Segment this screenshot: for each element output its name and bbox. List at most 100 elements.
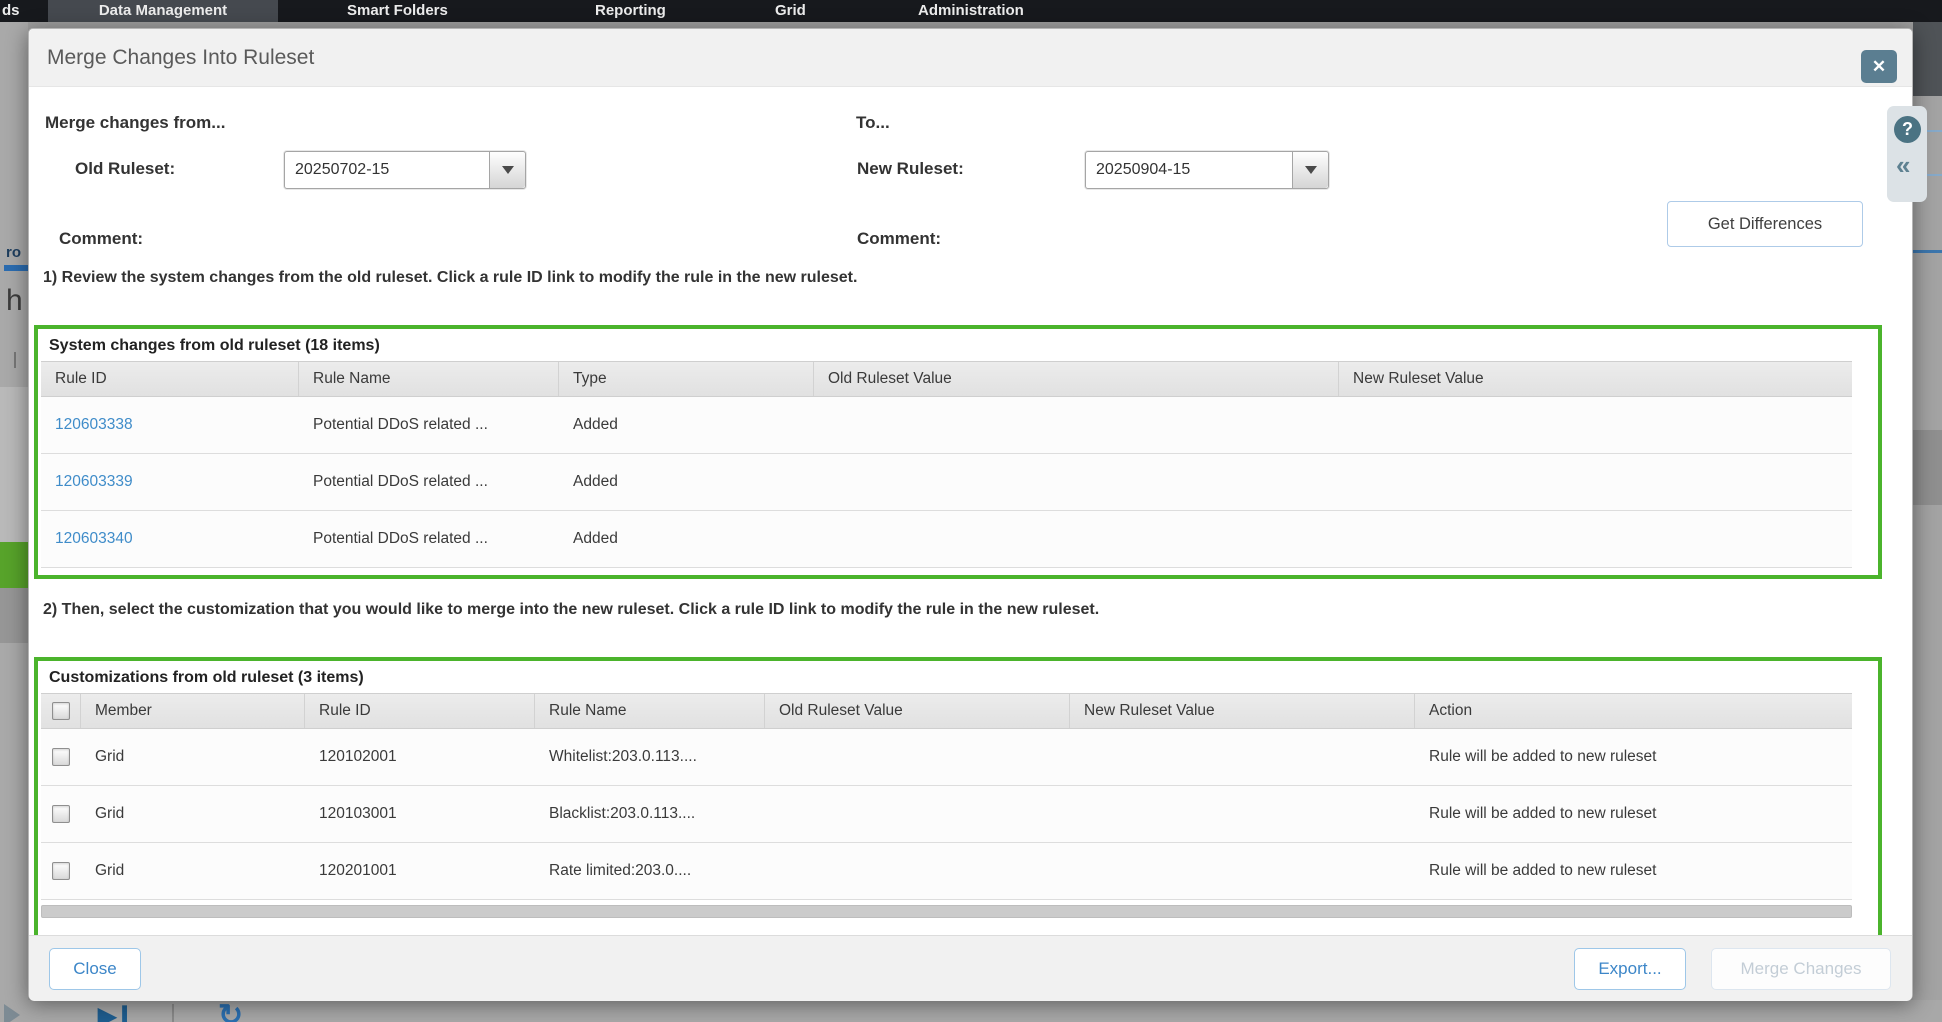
new-ruleset-dropdown-button[interactable] [1292,152,1328,188]
rule-id-cell: 120103001 [305,786,535,842]
table-row: Grid 120103001 Blacklist:203.0.113.... R… [41,786,1852,843]
old-value-cell [814,397,1339,453]
old-ruleset-value: 20250702-15 [285,152,489,188]
background-panel-band [1913,430,1942,505]
new-value-cell [1339,397,1852,453]
dialog-title: Merge Changes Into Ruleset [47,29,314,87]
column-header-member[interactable]: Member [81,694,305,728]
background-panel-band [0,387,28,542]
rule-id-link[interactable]: 120603339 [55,473,133,491]
new-value-cell [1070,786,1415,842]
background-bottom-strip [0,1000,1942,1022]
close-button[interactable]: Close [49,948,141,990]
merge-changes-dialog: Merge Changes Into Ruleset ✕ Merge chang… [28,28,1913,1000]
old-ruleset-label: Old Ruleset: [75,159,175,179]
background-text-fragment: ro [6,244,21,261]
old-ruleset-dropdown-button[interactable] [489,152,525,188]
rule-name-cell: Potential DDoS related ... [299,511,559,567]
customizations-table-title: Customizations from old ruleset (3 items… [41,663,1852,693]
column-header-rule-id[interactable]: Rule ID [41,362,299,396]
comment-from-label: Comment: [59,229,143,249]
member-cell: Grid [81,786,305,842]
rule-name-cell: Potential DDoS related ... [299,397,559,453]
new-value-cell [1070,729,1415,785]
column-header-old-ruleset-value[interactable]: Old Ruleset Value [765,694,1070,728]
column-header-rule-name[interactable]: Rule Name [299,362,559,396]
table-row: 120603339 Potential DDoS related ... Add… [41,454,1852,511]
column-header-rule-name[interactable]: Rule Name [535,694,765,728]
get-differences-button[interactable]: Get Differences [1667,201,1863,247]
background-panel-band [0,588,28,643]
background-heading-fragment: h [6,284,23,318]
system-changes-table-header: Rule ID Rule Name Type Old Ruleset Value… [41,361,1852,397]
old-ruleset-select[interactable]: 20250702-15 [284,151,526,189]
action-cell: Rule will be added to new ruleset [1415,843,1852,899]
close-dialog-button[interactable]: ✕ [1861,50,1897,83]
top-nav-bar: ds Data Management Smart Folders Reporti… [0,0,1942,22]
horizontal-scrollbar[interactable] [41,905,1852,918]
chevron-down-icon [502,166,514,174]
nav-reporting[interactable]: Reporting [595,0,666,22]
background-left-strip: ro h [0,22,28,1022]
table-row: Grid 120201001 Rate limited:203.0.... Ru… [41,843,1852,900]
nav-dashboards-partial[interactable]: ds [2,0,20,22]
rule-name-cell: Whitelist:203.0.113.... [535,729,765,785]
customizations-table-header: Member Rule ID Rule Name Old Ruleset Val… [41,693,1852,729]
chevron-down-icon [1305,166,1317,174]
background-tab-indicator [4,265,28,271]
background-selected-row-line [1913,250,1942,253]
rule-name-cell: Blacklist:203.0.113.... [535,786,765,842]
merge-from-heading: Merge changes from... [45,113,225,133]
old-value-cell [814,511,1339,567]
nav-administration[interactable]: Administration [918,0,1024,22]
nav-data-management[interactable]: Data Management [48,0,278,22]
column-header-rule-id[interactable]: Rule ID [305,694,535,728]
merge-changes-button[interactable]: Merge Changes [1711,948,1891,990]
rule-id-link[interactable]: 120603340 [55,530,133,548]
column-header-new-ruleset-value[interactable]: New Ruleset Value [1070,694,1415,728]
row-checkbox[interactable] [52,748,70,766]
instruction-step2: 2) Then, select the customization that y… [43,601,1099,619]
customizations-table: Customizations from old ruleset (3 items… [34,657,1882,939]
new-value-cell [1339,511,1852,567]
row-checkbox[interactable] [52,805,70,823]
member-cell: Grid [81,843,305,899]
select-all-checkbox[interactable] [52,702,70,720]
comment-to-label: Comment: [857,229,941,249]
background-divider [14,352,16,368]
column-header-type[interactable]: Type [559,362,814,396]
toolbar-divider [172,1004,174,1022]
rule-id-cell: 120102001 [305,729,535,785]
type-cell: Added [559,511,814,567]
rule-id-cell: 120201001 [305,843,535,899]
action-cell: Rule will be added to new ruleset [1415,729,1852,785]
nav-grid[interactable]: Grid [775,0,806,22]
nav-smart-folders[interactable]: Smart Folders [347,0,448,22]
old-value-cell [765,843,1070,899]
new-value-cell [1339,454,1852,510]
new-value-cell [1070,843,1415,899]
skip-forward-icon: ▶❙ [98,1002,133,1022]
dialog-titlebar: Merge Changes Into Ruleset ✕ [29,29,1912,87]
new-ruleset-select[interactable]: 20250904-15 [1085,151,1329,189]
panel-collapse-arrow-icon [4,1004,20,1022]
new-ruleset-label: New Ruleset: [857,159,964,179]
refresh-icon: ↻ [218,998,243,1022]
background-panel-band [1913,22,1942,96]
screen: ds Data Management Smart Folders Reporti… [0,0,1942,1022]
type-cell: Added [559,454,814,510]
column-header-action[interactable]: Action [1415,694,1852,728]
old-value-cell [765,729,1070,785]
dialog-footer: Close Export... Merge Changes [29,935,1912,1001]
collapse-chevrons-icon[interactable]: « [1896,150,1910,180]
new-ruleset-value: 20250904-15 [1086,152,1292,188]
old-value-cell [814,454,1339,510]
rule-id-link[interactable]: 120603338 [55,416,133,434]
export-button[interactable]: Export... [1574,948,1686,990]
column-header-old-ruleset-value[interactable]: Old Ruleset Value [814,362,1339,396]
column-header-new-ruleset-value[interactable]: New Ruleset Value [1339,362,1852,396]
row-checkbox[interactable] [52,862,70,880]
member-cell: Grid [81,729,305,785]
help-icon[interactable]: ? [1894,116,1921,143]
system-changes-table-title: System changes from old ruleset (18 item… [41,331,1852,361]
